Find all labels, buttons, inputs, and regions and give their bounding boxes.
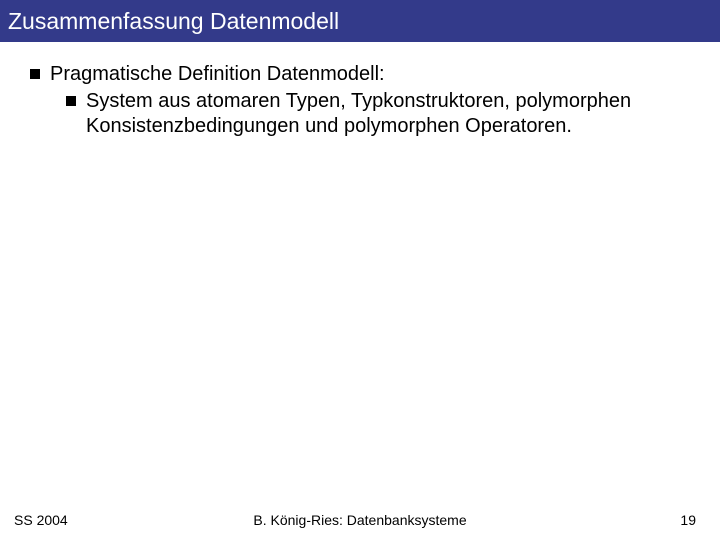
slide-footer: SS 2004 B. König-Ries: Datenbanksysteme … <box>0 512 720 528</box>
footer-page-number: 19 <box>680 512 696 528</box>
footer-term: SS 2004 <box>14 512 68 528</box>
square-bullet-icon <box>30 69 40 79</box>
bullet-level2: System aus atomaren Typen, Typkonstrukto… <box>66 89 700 139</box>
bullet-text-l2: System aus atomaren Typen, Typkonstrukto… <box>86 89 676 139</box>
slide-content: Pragmatische Definition Datenmodell: Sys… <box>0 42 720 139</box>
bullet-text-l1: Pragmatische Definition Datenmodell: <box>50 62 385 87</box>
footer-author: B. König-Ries: Datenbanksysteme <box>0 512 720 528</box>
bullet-level1: Pragmatische Definition Datenmodell: <box>30 62 700 87</box>
title-bar: Zusammenfassung Datenmodell <box>0 0 720 42</box>
slide-title: Zusammenfassung Datenmodell <box>8 8 339 35</box>
square-bullet-icon <box>66 96 76 106</box>
